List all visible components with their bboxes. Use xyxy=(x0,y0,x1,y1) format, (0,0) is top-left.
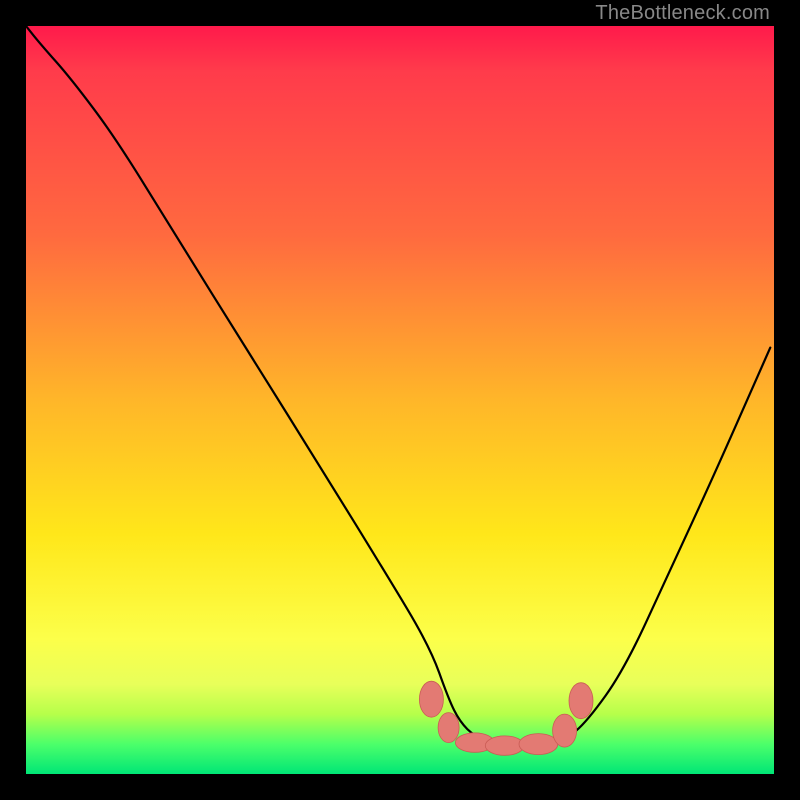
plot-area xyxy=(26,26,774,774)
chart-stage: TheBottleneck.com xyxy=(0,0,800,800)
watermark-text: TheBottleneck.com xyxy=(595,2,770,25)
